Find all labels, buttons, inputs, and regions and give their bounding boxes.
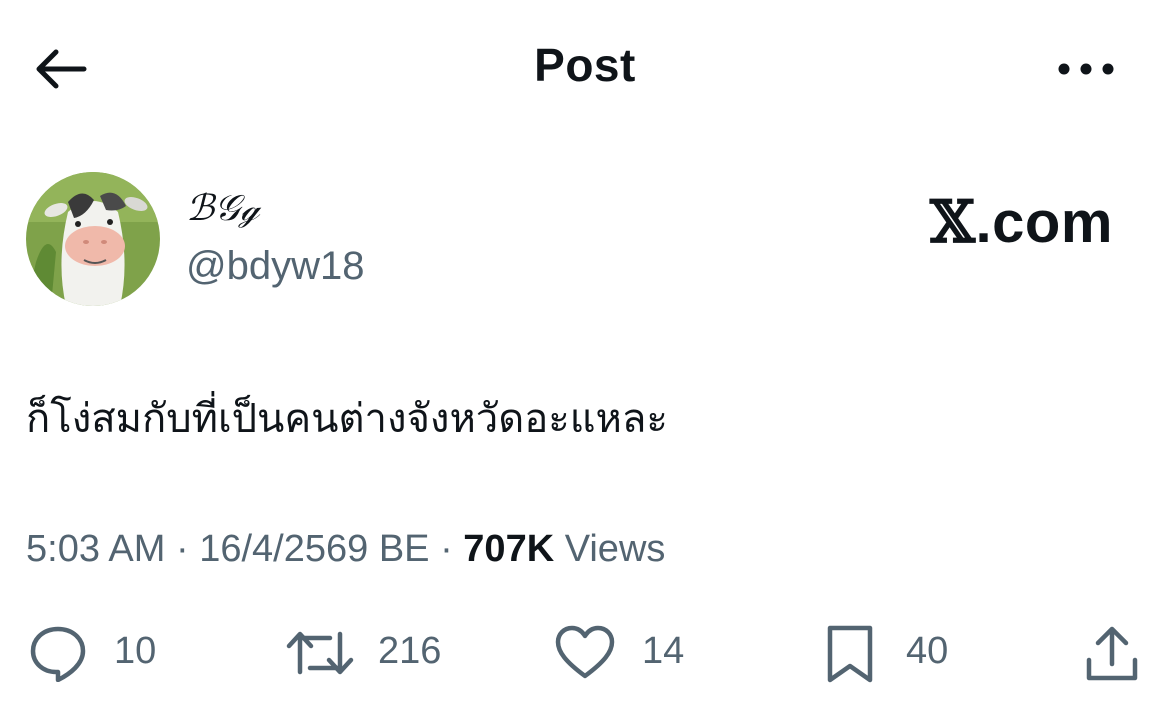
share-icon	[1086, 626, 1138, 681]
reply-button[interactable]: 10	[28, 618, 168, 688]
like-button[interactable]: 14	[554, 618, 694, 688]
share-button[interactable]	[1084, 618, 1144, 688]
x-com-watermark: 𝕏.com	[930, 188, 1113, 256]
action-bar: 10 216 14 40	[0, 618, 1170, 688]
reply-bubble-icon	[30, 626, 86, 682]
brand-domain: .com	[975, 190, 1113, 255]
post-header: Post	[0, 0, 1170, 140]
ellipsis-icon	[1058, 63, 1114, 75]
author-avatar[interactable]	[26, 172, 160, 306]
cow-face-avatar	[26, 172, 160, 306]
bookmark-icon	[827, 625, 873, 683]
tweet-time[interactable]: 5:03 AM	[26, 528, 165, 570]
bookmark-count: 40	[906, 630, 949, 672]
views-count[interactable]: 707K	[463, 528, 554, 570]
views-label: Views	[564, 528, 666, 570]
tweet-text: ก็โง่สมกับที่เป็นคนต่างจังหวัดอะแหละ	[26, 396, 668, 442]
repost-icon	[286, 631, 354, 675]
page-title: Post	[534, 39, 636, 91]
meta-separator: ·	[440, 528, 453, 570]
more-options-button[interactable]	[1056, 52, 1116, 86]
bookmark-button[interactable]: 40	[822, 618, 972, 688]
heart-icon	[555, 625, 615, 679]
meta-separator: ·	[175, 528, 189, 570]
repost-count: 216	[378, 630, 442, 672]
tweet-date[interactable]: 16/4/2569 BE	[199, 528, 429, 570]
author-display-name[interactable]: ℬ𝒢ℊ	[186, 188, 260, 230]
tweet-meta: 5:03 AM · 16/4/2569 BE · 707K Views	[26, 528, 665, 571]
repost-button[interactable]: 216	[286, 618, 456, 688]
author-handle[interactable]: @bdyw18	[186, 244, 364, 289]
like-count: 14	[642, 630, 685, 672]
reply-count: 10	[114, 630, 157, 672]
x-logo-glyph: 𝕏	[930, 188, 976, 256]
